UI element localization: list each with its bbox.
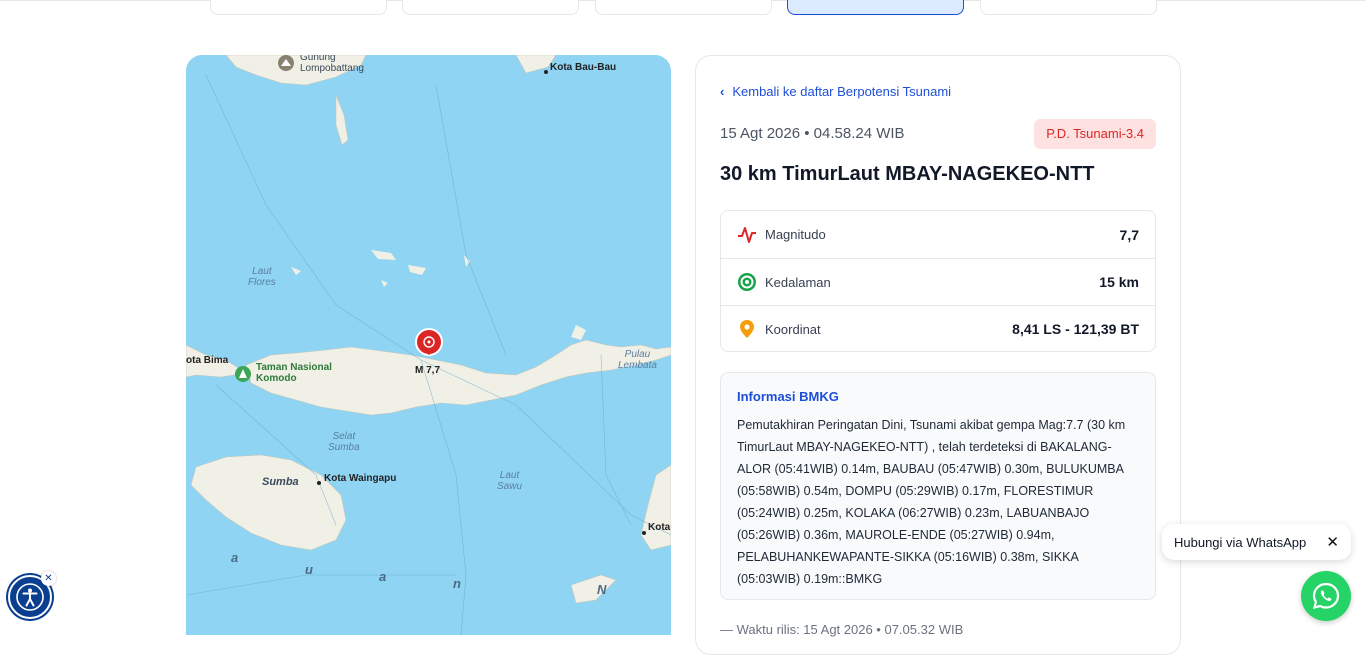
- stat-value: 8,41 LS - 121,39 BT: [1012, 321, 1139, 337]
- epicenter-magnitude-label: M 7,7: [415, 365, 441, 376]
- map-label-kota-right: Kota: [648, 522, 671, 533]
- pulse-icon: [737, 225, 757, 245]
- info-text: Pemutakhiran Peringatan Dini, Tsunami ak…: [737, 418, 1126, 586]
- map-label-gunung: Gunung Lompobattang: [300, 55, 364, 74]
- stat-value: 15 km: [1099, 274, 1139, 290]
- map-label-selat-sumba: Selat Sumba: [328, 431, 360, 453]
- map-canvas: [186, 55, 671, 635]
- whatsapp-tooltip[interactable]: Hubungi via WhatsApp ✕: [1162, 524, 1351, 560]
- chevron-left-icon: ‹: [720, 84, 725, 99]
- map-label-sea-N: N: [597, 582, 607, 597]
- map-label-sumba: Sumba: [262, 476, 299, 488]
- map-label-baubau: Kota Bau-Bau: [550, 62, 617, 73]
- accessibility-icon: [16, 583, 44, 611]
- map-label-komodo: Taman Nasional Komodo: [256, 362, 332, 384]
- tsunami-status-badge: P.D. Tsunami-3.4: [1034, 119, 1156, 149]
- stat-row-depth: Kedalaman 15 km: [721, 258, 1155, 305]
- back-to-list-link[interactable]: ‹ Kembali ke daftar Berpotensi Tsunami: [720, 84, 951, 99]
- tab-2[interactable]: [402, 0, 579, 15]
- whatsapp-button[interactable]: [1301, 571, 1351, 621]
- earthquake-map[interactable]: Gunung Lompobattang Kota Bau-Bau Laut Fl…: [186, 55, 671, 635]
- whatsapp-icon: [1312, 582, 1340, 609]
- event-detail-panel: ‹ Kembali ke daftar Berpotensi Tsunami 1…: [695, 55, 1181, 655]
- tab-tsunami-active[interactable]: [787, 0, 964, 15]
- filter-tabs: [210, 0, 1157, 15]
- info-heading: Informasi BMKG: [737, 389, 839, 404]
- close-icon[interactable]: ✕: [1326, 533, 1339, 551]
- map-label-laut-sawu: Laut Sawu: [497, 470, 523, 492]
- stat-row-coordinates: Koordinat 8,41 LS - 121,39 BT: [721, 305, 1155, 352]
- whatsapp-tooltip-label: Hubungi via WhatsApp: [1174, 534, 1307, 550]
- bmkg-info-box: Informasi BMKG Pemutakhiran Peringatan D…: [720, 372, 1156, 600]
- map-label-sea-a1: a: [231, 550, 239, 565]
- event-title: 30 km TimurLaut MBAY-NAGEKEO-NTT: [720, 163, 1095, 185]
- depth-target-icon: [737, 272, 757, 292]
- tab-1[interactable]: [210, 0, 387, 15]
- back-link-label: Kembali ke daftar Berpotensi Tsunami: [732, 84, 952, 99]
- event-datetime: 15 Agt 2026 • 04.58.24 WIB: [720, 125, 905, 142]
- map-label-sea-u: u: [305, 562, 313, 577]
- close-icon[interactable]: ✕: [41, 571, 56, 586]
- map-label-sea-a2: a: [379, 569, 387, 584]
- stat-row-magnitude: Magnitudo 7,7: [721, 211, 1155, 258]
- stat-value: 7,7: [1119, 226, 1139, 243]
- map-label-lembata: Pulau Lembata: [618, 349, 657, 371]
- stat-label: Kedalaman: [765, 274, 831, 290]
- tab-5[interactable]: [980, 0, 1157, 15]
- stat-label: Magnitudo: [765, 227, 826, 242]
- stat-label: Koordinat: [765, 321, 821, 337]
- tab-3[interactable]: [595, 0, 772, 15]
- map-label-waingapu: Kota Waingapu: [324, 473, 397, 484]
- location-pin-icon: [737, 319, 757, 339]
- map-label-laut-flores: Laut Flores: [248, 266, 276, 288]
- event-stats-card: Magnitudo 7,7 Kedalaman 15 km Koordinat …: [720, 210, 1156, 352]
- map-label-sea-n: n: [453, 576, 461, 591]
- map-label-bima: ota Bima: [186, 355, 229, 366]
